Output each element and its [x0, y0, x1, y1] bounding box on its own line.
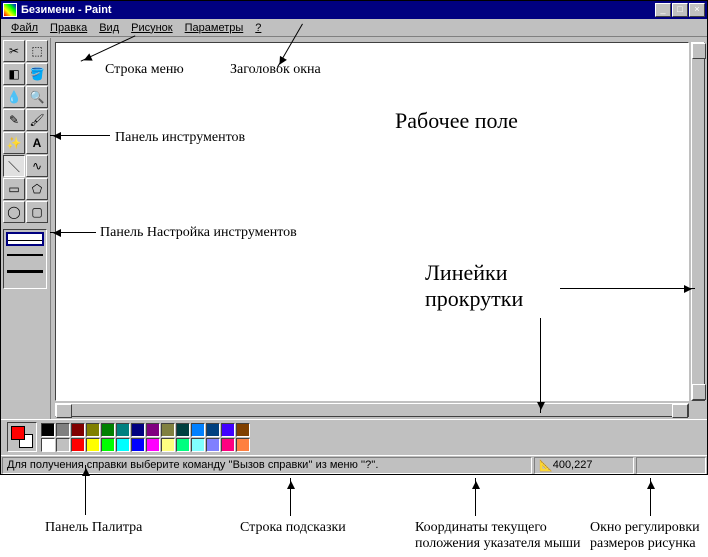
palette-color-15[interactable] — [56, 438, 70, 452]
palette-color-26[interactable] — [221, 438, 235, 452]
status-coordinates: 📐 400,227 — [534, 457, 634, 474]
foreground-color — [11, 426, 25, 440]
palette-color-22[interactable] — [161, 438, 175, 452]
palette-color-17[interactable] — [86, 438, 100, 452]
tool-ellipse[interactable]: ◯ — [3, 201, 25, 223]
palette-color-16[interactable] — [71, 438, 85, 452]
palette-color-13[interactable] — [236, 423, 250, 437]
toolbox: ✂ ⬚ ◧ 🪣 💧 🔍 ✎ 🖌 ✨ A ＼ ∿ ▭ ⬠ ◯ ▢ — [1, 38, 51, 419]
tool-text[interactable]: A — [26, 132, 48, 154]
app-icon — [3, 3, 17, 17]
drawing-canvas[interactable] — [55, 42, 689, 401]
palette-color-8[interactable] — [161, 423, 175, 437]
palette-color-14[interactable] — [41, 438, 55, 452]
arrow-scroll-right — [560, 288, 695, 289]
color-palette — [41, 423, 250, 452]
current-colors[interactable] — [7, 422, 37, 452]
palette-color-24[interactable] — [191, 438, 205, 452]
tool-rounded-rect[interactable]: ▢ — [26, 201, 48, 223]
tool-pencil[interactable]: ✎ — [3, 109, 25, 131]
menu-bar: Файл Правка Вид Рисунок Параметры ? — [1, 19, 707, 37]
palette-color-5[interactable] — [116, 423, 130, 437]
tool-line[interactable]: ＼ — [3, 155, 25, 177]
arrow-toolbox — [50, 135, 110, 136]
palette-color-12[interactable] — [221, 423, 235, 437]
tool-zoom[interactable]: 🔍 — [26, 86, 48, 108]
minimize-button[interactable]: _ — [655, 3, 671, 17]
anno-menu-line: Строка меню — [105, 62, 184, 78]
palette-color-21[interactable] — [146, 438, 160, 452]
menu-view[interactable]: Вид — [93, 21, 125, 35]
title-bar[interactable]: Безимени - Paint _ □ × — [1, 1, 707, 19]
tool-freeform-select[interactable]: ✂ — [3, 40, 25, 62]
menu-edit[interactable]: Правка — [44, 21, 93, 35]
arrow-palette — [85, 465, 86, 515]
anno-palette: Панель Палитра — [45, 520, 142, 536]
palette-color-7[interactable] — [146, 423, 160, 437]
palette-color-1[interactable] — [56, 423, 70, 437]
maximize-button[interactable]: □ — [672, 3, 688, 17]
tool-picker[interactable]: 💧 — [3, 86, 25, 108]
anno-coords: Координаты текущего положения указателя … — [415, 520, 581, 552]
anno-scrollbars: Линейки прокрутки — [425, 260, 523, 312]
tool-brush[interactable]: 🖌 — [26, 109, 48, 131]
anno-tool-opts: Панель Настройка инструментов — [100, 225, 297, 241]
tool-rect-select[interactable]: ⬚ — [26, 40, 48, 62]
palette-color-3[interactable] — [86, 423, 100, 437]
status-bar: Для получения справки выберите команду '… — [1, 455, 707, 474]
arrow-coords — [475, 478, 476, 516]
tool-rectangle[interactable]: ▭ — [3, 178, 25, 200]
palette-color-27[interactable] — [236, 438, 250, 452]
arrow-tool-opts — [50, 232, 96, 233]
line-width-1[interactable] — [6, 232, 44, 246]
anno-workfield: Рабочее поле — [395, 108, 518, 134]
palette-color-9[interactable] — [176, 423, 190, 437]
palette-color-23[interactable] — [176, 438, 190, 452]
tool-polygon[interactable]: ⬠ — [26, 178, 48, 200]
anno-toolbox: Панель инструментов — [115, 130, 245, 146]
arrow-size — [650, 478, 651, 516]
palette-color-25[interactable] — [206, 438, 220, 452]
palette-color-11[interactable] — [206, 423, 220, 437]
menu-image[interactable]: Рисунок — [125, 21, 179, 35]
tool-options-panel — [3, 229, 47, 289]
anno-hint: Строка подсказки — [240, 520, 346, 536]
horizontal-scrollbar[interactable] — [55, 403, 689, 417]
palette-color-10[interactable] — [191, 423, 205, 437]
anno-size: Окно регулировки размеров рисунка — [590, 520, 700, 552]
color-palette-bar — [1, 419, 707, 454]
palette-color-4[interactable] — [101, 423, 115, 437]
palette-color-6[interactable] — [131, 423, 145, 437]
tool-airbrush[interactable]: ✨ — [3, 132, 25, 154]
line-width-3[interactable] — [6, 264, 44, 278]
tool-curve[interactable]: ∿ — [26, 155, 48, 177]
arrow-hint — [290, 478, 291, 516]
menu-options[interactable]: Параметры — [179, 21, 250, 35]
tool-eraser[interactable]: ◧ — [3, 63, 25, 85]
palette-color-2[interactable] — [71, 423, 85, 437]
palette-color-19[interactable] — [116, 438, 130, 452]
palette-color-20[interactable] — [131, 438, 145, 452]
menu-help[interactable]: ? — [249, 21, 267, 35]
palette-color-18[interactable] — [101, 438, 115, 452]
close-button[interactable]: × — [689, 3, 705, 17]
status-image-size — [636, 457, 706, 474]
menu-file[interactable]: Файл — [5, 21, 44, 35]
palette-color-0[interactable] — [41, 423, 55, 437]
tool-fill[interactable]: 🪣 — [26, 63, 48, 85]
line-width-2[interactable] — [6, 248, 44, 262]
arrow-scroll-down — [540, 318, 541, 413]
vertical-scrollbar[interactable] — [691, 42, 705, 401]
window-title: Безимени - Paint — [21, 4, 655, 16]
